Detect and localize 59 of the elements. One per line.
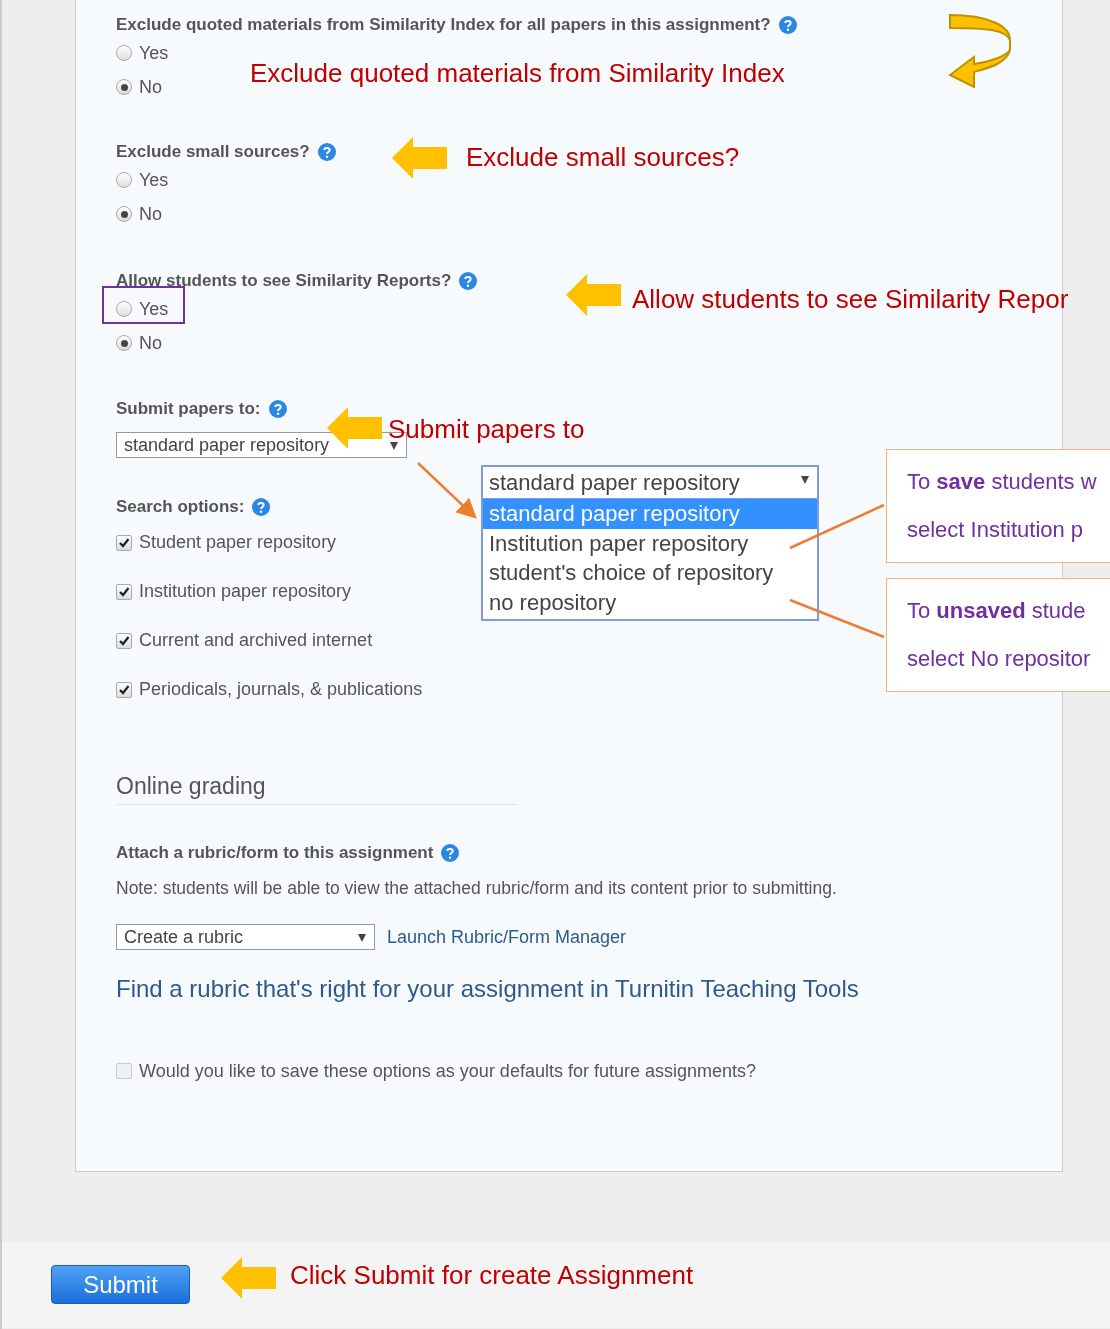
- option-label: Yes: [139, 298, 169, 320]
- radio-button[interactable]: [116, 335, 132, 351]
- checkbox[interactable]: [116, 681, 132, 698]
- find-rubric-link[interactable]: Find a rubric that's right for your assignment in Turnitin Teaching Tools: [116, 974, 1062, 1004]
- radio-button[interactable]: [116, 45, 132, 61]
- help-icon[interactable]: [317, 143, 336, 161]
- arrow-icon: [566, 274, 621, 316]
- annotation-text: Click Submit for create Assignment: [290, 1259, 694, 1292]
- radio-button[interactable]: [116, 79, 132, 95]
- caret-icon: [358, 934, 366, 942]
- checkbox-label: Institution paper repository: [139, 581, 352, 602]
- question-label: Exclude quoted materials from Similarity Index for all papers in this assignment?: [116, 15, 771, 35]
- radio-button[interactable]: [116, 172, 132, 188]
- option-label: No: [139, 332, 162, 354]
- question-label: Exclude small sources?: [116, 142, 310, 162]
- annotation-text: Exclude quoted materials from Similarity Index: [250, 57, 785, 90]
- checkbox[interactable]: [116, 583, 132, 600]
- option-label: No: [139, 203, 162, 225]
- pointer-arrow: [417, 462, 477, 519]
- checkbox-label: Periodicals, journals, & publications: [139, 679, 423, 700]
- arrow-icon: [392, 137, 447, 179]
- question-label: Submit papers to:: [116, 399, 261, 419]
- section-heading: Online grading: [116, 771, 518, 805]
- checkbox[interactable]: [116, 632, 132, 649]
- radio-button[interactable]: [116, 301, 132, 317]
- question-label: Attach a rubric/form to this assignment: [116, 843, 434, 863]
- help-icon[interactable]: [252, 498, 271, 516]
- option-label: Yes: [139, 169, 169, 191]
- dropdown-option[interactable]: Institution paper repository: [483, 528, 817, 558]
- dropdown-option[interactable]: no repository: [483, 587, 817, 617]
- callout-text: To unsaved stude: [907, 597, 1087, 625]
- note-text: Note: students will be able to view the attached rubric/form and its content prior to submitting.: [116, 877, 838, 899]
- annotation-text: Exclude small sources?: [466, 141, 740, 174]
- callout-text: To save students w: [907, 468, 1098, 496]
- arrow-icon: [327, 407, 382, 449]
- callout-text: select No repositor: [907, 645, 1092, 673]
- checkbox[interactable]: [116, 1063, 132, 1079]
- callout-text: select Institution p: [907, 516, 1085, 544]
- checkbox-label: Student paper repository: [139, 532, 337, 553]
- caret-icon: [801, 476, 809, 484]
- checkbox[interactable]: [116, 534, 132, 551]
- arrow-icon: [221, 1257, 276, 1299]
- caret-icon: [390, 442, 398, 450]
- checkbox-label: Would you like to save these options as your defaults for future assignments?: [139, 1060, 756, 1082]
- question-label: Allow students to see Similarity Reports?: [116, 271, 452, 291]
- help-icon[interactable]: [268, 400, 287, 418]
- help-icon[interactable]: [441, 844, 460, 862]
- help-icon[interactable]: [459, 272, 478, 290]
- help-icon[interactable]: [778, 16, 797, 34]
- checkbox-label: Current and archived internet: [139, 630, 373, 651]
- rubric-select[interactable]: Create a rubric: [116, 924, 375, 950]
- radio-button[interactable]: [116, 206, 132, 222]
- dropdown-option[interactable]: student's choice of repository: [483, 558, 817, 588]
- option-label: Yes: [139, 42, 169, 64]
- question-label: Search options:: [116, 497, 245, 517]
- manager-link[interactable]: Launch Rubric/Form Manager: [387, 926, 627, 948]
- option-label: No: [139, 76, 162, 98]
- submit-button[interactable]: Submit: [51, 1265, 190, 1304]
- annotation-text: Allow students to see Similarity Repor: [632, 283, 1069, 316]
